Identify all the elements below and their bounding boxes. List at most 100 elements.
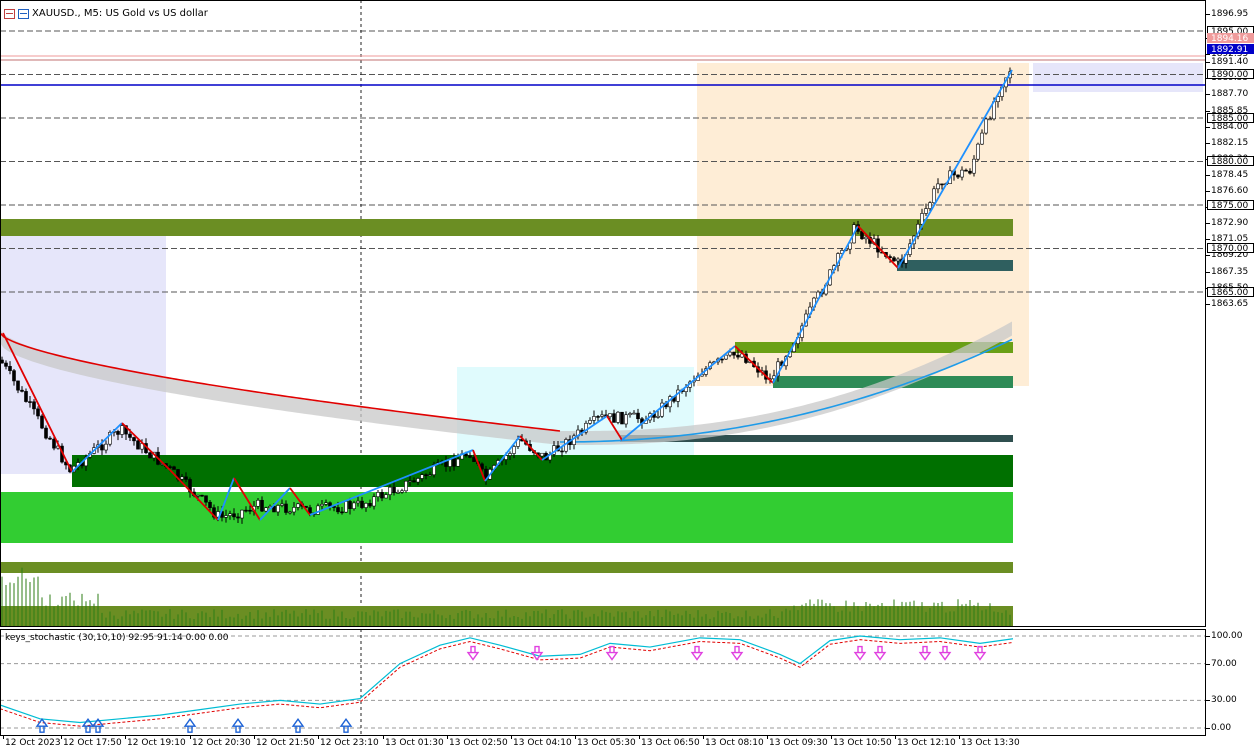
time-label: 13 Oct 09:30 <box>769 738 828 748</box>
candle-body <box>52 438 56 449</box>
osc-tick <box>1206 636 1210 637</box>
candle-body <box>352 502 356 509</box>
candle-body <box>960 169 964 178</box>
candle-body <box>232 513 236 518</box>
time-tick <box>383 736 384 739</box>
candle-body <box>864 236 868 240</box>
indicator-list-icon[interactable] <box>18 8 29 19</box>
candle-body <box>600 414 604 417</box>
time-tick <box>254 736 255 739</box>
chart-type-icon[interactable] <box>4 8 15 19</box>
stochastic-subwindow[interactable]: keys_stochastic (30,10,10) 92.95 91.14 0… <box>0 629 1206 736</box>
candle-body <box>184 476 188 480</box>
candle-body <box>928 202 932 209</box>
time-tick <box>703 736 704 739</box>
candle-body <box>396 491 400 494</box>
price-label: 1891.40 <box>1211 57 1249 68</box>
candle-body <box>392 486 396 494</box>
zone-1865 <box>0 562 1013 573</box>
candle-body <box>636 412 640 420</box>
time-label: 13 Oct 06:50 <box>641 738 700 748</box>
price-level-tag: 1890.00 <box>1207 69 1254 80</box>
candle-body <box>620 411 624 425</box>
price-tick <box>1206 174 1210 176</box>
candle-body <box>20 389 24 392</box>
time-label: 13 Oct 08:10 <box>705 738 764 748</box>
candle-body <box>616 411 620 423</box>
buy-signal-arrow <box>35 717 49 733</box>
price-axis[interactable]: 1896.951894.181892.351891.401889.551887.… <box>1206 0 1258 627</box>
candle-body <box>936 183 940 190</box>
price-tick <box>1206 62 1210 64</box>
price-label: 1878.45 <box>1211 169 1249 180</box>
candle-body <box>408 480 412 482</box>
candle-body <box>36 408 40 417</box>
candle-body <box>296 503 300 508</box>
candle-body <box>256 499 260 507</box>
candle-body <box>28 401 32 403</box>
candle-body <box>940 183 944 186</box>
candle-body <box>420 474 424 479</box>
candle-body <box>456 458 460 467</box>
candle-body <box>172 466 176 470</box>
candle-body <box>592 416 596 421</box>
osc-axis-label: 100.00 <box>1211 631 1243 641</box>
main-price-chart[interactable]: XAUUSD., M5: US Gold vs US dollar <box>0 0 1206 627</box>
time-tick <box>318 736 319 739</box>
candle-body <box>368 503 372 507</box>
candle-body <box>344 501 348 513</box>
price-level-tag: 1894.16 <box>1207 33 1254 44</box>
candle-body <box>720 358 724 361</box>
candle-body <box>412 480 416 483</box>
candle-body <box>128 433 132 438</box>
time-label: 12 Oct 19:10 <box>127 738 186 748</box>
demand-zone <box>0 492 1013 543</box>
candle-body <box>588 420 592 424</box>
candle-body <box>972 158 976 174</box>
time-axis[interactable]: 12 Oct 2023 12 Oct 17:50 12 Oct 19:10 12 Oc… <box>0 736 1206 751</box>
candle-body <box>204 495 208 503</box>
candle-body <box>236 516 240 519</box>
price-tick <box>1206 142 1210 144</box>
time-label: 13 Oct 12:10 <box>897 738 956 748</box>
candle-body <box>728 351 732 356</box>
candle-body <box>24 391 28 402</box>
osc-axis-label: 0.00 <box>1211 723 1232 733</box>
price-tick <box>1206 110 1210 112</box>
osc-axis-label: 30.00 <box>1211 695 1237 706</box>
time-tick <box>767 736 768 739</box>
stochastic-canvas[interactable] <box>0 629 1206 736</box>
session-shade-future <box>1033 63 1203 92</box>
price-tick <box>1206 255 1210 257</box>
candle-body <box>132 437 136 442</box>
price-label: 1882.15 <box>1211 137 1249 148</box>
sell-signal-arrow <box>873 645 887 661</box>
candle-body <box>136 440 140 450</box>
candle-body <box>452 458 456 467</box>
time-tick <box>511 736 512 739</box>
candle-body <box>244 509 248 512</box>
candle-body <box>540 452 544 457</box>
candle-body <box>356 500 360 504</box>
candle-body <box>180 476 184 480</box>
price-level-tag: 1892.91 <box>1207 44 1254 55</box>
candle-body <box>724 354 728 360</box>
stochastic-main-line <box>0 635 1014 724</box>
price-chart-canvas[interactable] <box>0 0 1206 627</box>
candle-body <box>384 494 388 499</box>
zone-1882 <box>897 260 1013 271</box>
candle-body <box>404 480 408 492</box>
candle-body <box>472 457 476 462</box>
time-tick <box>895 736 896 739</box>
candle-body <box>48 437 52 440</box>
time-label: 13 Oct 02:50 <box>449 738 508 748</box>
price-tick <box>1206 14 1210 15</box>
candle-body <box>104 443 108 451</box>
sell-signal-arrow <box>938 645 952 661</box>
time-label: 13 Oct 04:10 <box>513 738 572 748</box>
stochastic-axis: 100.00 70.00 30.00 0.00 <box>1206 629 1258 736</box>
time-label: 13 Oct 05:30 <box>577 738 636 748</box>
candle-body <box>736 354 740 358</box>
price-level-tag: 1880.00 <box>1207 156 1254 167</box>
time-label: 13 Oct 10:50 <box>833 738 892 748</box>
